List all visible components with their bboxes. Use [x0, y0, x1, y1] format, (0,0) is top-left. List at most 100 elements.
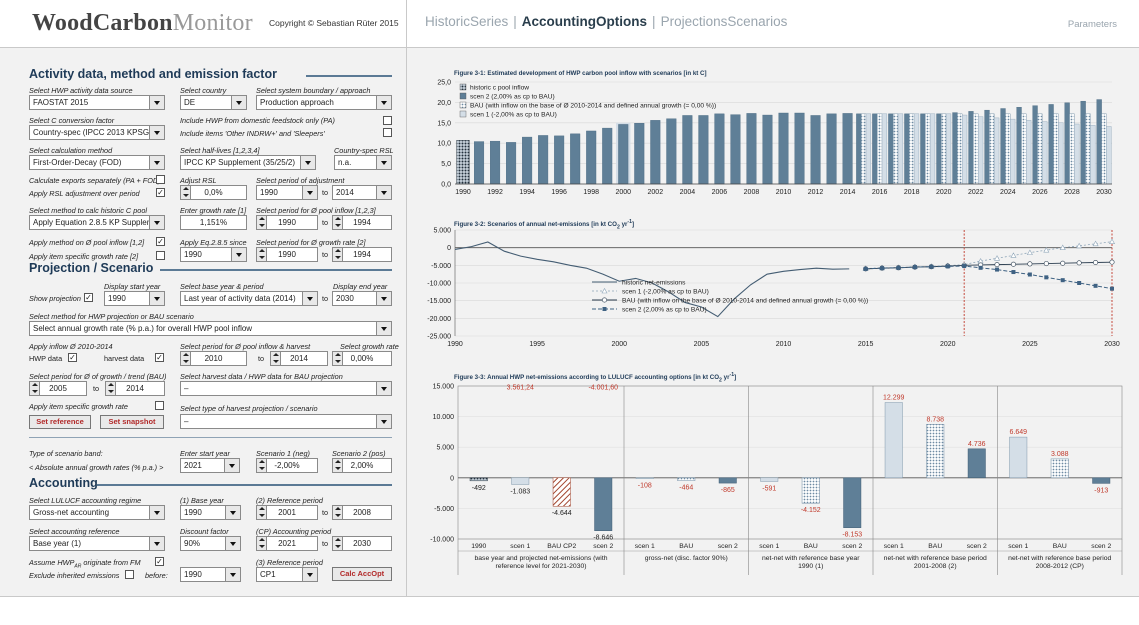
- bar-bau: [1050, 458, 1069, 479]
- spinner-arrows-icon[interactable]: [181, 352, 191, 365]
- spinner-arrows-icon[interactable]: [333, 352, 343, 365]
- scenario1-spinner[interactable]: -2,00%: [256, 458, 318, 473]
- tab-historic-series[interactable]: HistoricSeries: [425, 14, 508, 29]
- bar-scen1: [977, 116, 984, 185]
- label-cconv: Select C conversion factor: [29, 116, 115, 125]
- domestic-checkbox[interactable]: [383, 116, 392, 125]
- spinner-arrows-icon[interactable]: [257, 216, 267, 229]
- display-end-select[interactable]: 2030: [332, 291, 392, 306]
- period-growth-to-spinner[interactable]: 2014: [105, 381, 165, 396]
- other-items-checkbox[interactable]: [383, 128, 392, 137]
- x-tick-label: 2022: [968, 189, 984, 196]
- show-projection-checkbox[interactable]: ✓: [84, 293, 93, 302]
- harvest-data-checkbox[interactable]: ✓: [155, 353, 164, 362]
- spinner-arrows-icon[interactable]: [271, 352, 281, 365]
- bar-scen2: [522, 136, 533, 185]
- bar-scen2: [634, 123, 645, 185]
- marker-scen2: [880, 266, 885, 271]
- acc-base-year-select[interactable]: 1990: [180, 505, 241, 520]
- item-growth-checkbox[interactable]: [156, 251, 165, 260]
- before-year-select[interactable]: 1990: [180, 567, 241, 582]
- band-type-value[interactable]: < Absolute annual growth rates (% p.a.) …: [29, 463, 163, 472]
- bar-category-label: 1990: [471, 543, 486, 550]
- spinner-arrows-icon[interactable]: [333, 459, 343, 472]
- ref-period-to-spinner[interactable]: 2008: [332, 505, 392, 520]
- scenario2-spinner[interactable]: 2,00%: [332, 458, 392, 473]
- bar-scen2: [682, 115, 693, 185]
- adjust-rsl-spinner[interactable]: 0,0%: [180, 185, 247, 200]
- start-year-select[interactable]: 2021: [180, 458, 240, 473]
- reference-level-label: -4.001,60: [588, 385, 618, 392]
- ref3-period-select[interactable]: CP1: [256, 567, 318, 582]
- apply-eq-select[interactable]: 1990: [180, 247, 247, 262]
- label-calc-method: Select calculation method: [29, 146, 113, 155]
- projection-method-select[interactable]: Select annual growth rate (% p.a.) for o…: [29, 321, 392, 336]
- calc-accopt-button[interactable]: Calc AccOpt: [332, 567, 392, 581]
- spinner-arrows-icon[interactable]: [257, 248, 267, 261]
- bar-bau: [1021, 113, 1027, 185]
- bar-category-label: scen 1: [759, 543, 779, 550]
- cp-period-to-spinner[interactable]: 2030: [332, 536, 392, 551]
- spinner-arrows-icon[interactable]: [333, 506, 343, 519]
- spinner-arrows-icon[interactable]: [181, 186, 191, 199]
- spinner-arrows-icon[interactable]: [333, 216, 343, 229]
- calc-method-select[interactable]: First-Order-Decay (FOD): [29, 155, 165, 170]
- spinner-arrows-icon[interactable]: [333, 248, 343, 261]
- halflives-select[interactable]: IPCC KP Supplement (35/25/2): [180, 155, 316, 170]
- spinner-arrows-icon[interactable]: [257, 506, 267, 519]
- pool-period-from-spinner[interactable]: 1990: [256, 215, 318, 230]
- label-apply-inflow: Apply method on Ø pool inflow [1,2]: [29, 238, 145, 247]
- assume-hwp-checkbox[interactable]: ✓: [155, 557, 164, 566]
- bar-scen1: [635, 477, 654, 479]
- hist-c-select[interactable]: Apply Equation 2.8.5 KP Supplement: [29, 215, 165, 230]
- apply-inflow-checkbox[interactable]: ✓: [156, 237, 165, 246]
- bar-scen1: [897, 113, 904, 185]
- select-growth-spinner[interactable]: 0,00%: [332, 351, 392, 366]
- bar-scen2: [936, 113, 942, 185]
- harvest-projection-select[interactable]: –: [180, 414, 392, 429]
- period-adjust-to-select[interactable]: 2014: [332, 185, 392, 200]
- bar-category-label: scen 1: [510, 543, 530, 550]
- exports-checkbox[interactable]: [156, 175, 165, 184]
- cp-period-from-spinner[interactable]: 2021: [256, 536, 318, 551]
- x-tick-label: 2010: [776, 189, 792, 196]
- base-year-select[interactable]: Last year of activity data (2014): [180, 291, 318, 306]
- discount-select[interactable]: 90%: [180, 536, 241, 551]
- cconv-select[interactable]: Country-spec (IPCC 2013 KPSG): [29, 125, 165, 140]
- hwp-data-checkbox[interactable]: ✓: [68, 353, 77, 362]
- bar-bau: [973, 113, 979, 185]
- period-inflow-to-spinner[interactable]: 2014: [270, 351, 328, 366]
- bar-bau: [1037, 113, 1043, 185]
- hwp-source-select[interactable]: FAOSTAT 2015: [29, 95, 165, 110]
- spinner-arrows-icon[interactable]: [106, 382, 116, 395]
- tab-accounting-options[interactable]: AccountingOptions: [522, 14, 647, 29]
- harvest-select[interactable]: –: [180, 381, 392, 396]
- pool-period-to-spinner[interactable]: 1994: [332, 215, 392, 230]
- exclude-inherited-checkbox[interactable]: [125, 570, 134, 579]
- period-growth-from-spinner[interactable]: 2005: [29, 381, 87, 396]
- spinner-arrows-icon[interactable]: [30, 382, 40, 395]
- regime-select[interactable]: Gross-net accounting: [29, 505, 165, 520]
- spinner-arrows-icon[interactable]: [333, 537, 343, 550]
- spinner-arrows-icon[interactable]: [257, 537, 267, 550]
- growth-period-to-spinner[interactable]: 1994: [332, 247, 392, 262]
- spinner-arrows-icon[interactable]: [257, 459, 267, 472]
- tab-projections-scenarios[interactable]: ProjectionsScenarios: [661, 14, 788, 29]
- chevron-down-icon: [376, 322, 391, 335]
- period-inflow-from-spinner[interactable]: 2010: [180, 351, 247, 366]
- boundary-select[interactable]: Production approach: [256, 95, 392, 110]
- period-adjust-from-select[interactable]: 1990: [256, 185, 318, 200]
- display-start-select[interactable]: 1990: [104, 291, 165, 306]
- growth-rate-input[interactable]: 1,151%: [180, 215, 247, 230]
- rsl-select[interactable]: n.a.: [334, 155, 392, 170]
- set-reference-button[interactable]: Set reference: [29, 415, 91, 429]
- set-snapshot-button[interactable]: Set snapshot: [100, 415, 164, 429]
- item-growth-rate-checkbox[interactable]: [155, 401, 164, 410]
- rsl-adjust-checkbox[interactable]: ✓: [156, 188, 165, 197]
- bar-scen2: [842, 113, 853, 185]
- acc-reference-select[interactable]: Base year (1): [29, 536, 165, 551]
- growth-period-from-spinner[interactable]: 1990: [256, 247, 318, 262]
- ref-period-from-spinner[interactable]: 2001: [256, 505, 318, 520]
- country-select[interactable]: DE: [180, 95, 247, 110]
- parameters-link[interactable]: Parameters: [1068, 19, 1117, 30]
